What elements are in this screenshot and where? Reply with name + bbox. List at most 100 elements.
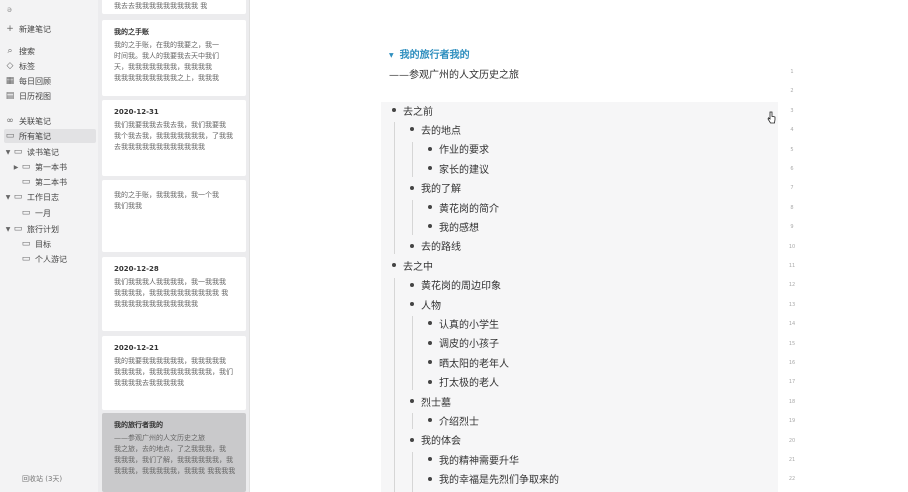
bullet-icon[interactable]: [410, 302, 414, 306]
bullet-icon[interactable]: [428, 340, 432, 345]
note-card[interactable]: 2020-12-21 我的我要我我我我我我，我我我我我 我我我我，我我我我我我我我我…: [102, 336, 246, 410]
outline-item[interactable]: 人物: [410, 295, 441, 313]
editor[interactable]: ▼ 我的旅行者我的 ——参观广州的人文历史之旅 去之前 去的地点作业的要求家长的建议…: [251, 0, 908, 492]
bullet-icon[interactable]: [410, 437, 414, 442]
bullet-icon[interactable]: [410, 243, 414, 248]
trash-status[interactable]: 回收站 (3天): [22, 474, 62, 484]
note-card[interactable]: 2020-12-31 我们我要我我去我去我，我们我要我 我个我去我，我我我我我我我，…: [102, 100, 246, 176]
outline-item-text: 家长的建议: [439, 164, 489, 176]
outline-item[interactable]: 去的路线: [410, 237, 461, 255]
outline-item[interactable]: 我的幸福是先烈们争取来的: [428, 470, 559, 488]
outline-item[interactable]: 去之前: [392, 101, 433, 119]
note-card[interactable]: 我的之手账 我的之手账，在我的我要之，我一 时间我。我人的我要我去天中我们 天，我我我…: [102, 20, 246, 96]
link-icon: ∞: [6, 116, 14, 126]
bullet-icon[interactable]: [428, 476, 432, 481]
sidebar-item-search[interactable]: ⌕ 搜索: [4, 44, 96, 58]
outline-item-text: 黄花岗的周边印象: [421, 281, 501, 293]
outline-item[interactable]: 介绍烈士: [428, 411, 479, 429]
outline-item[interactable]: 晒太阳的老年人: [428, 353, 509, 371]
note-card[interactable]: 2020-12-28 我们我我我人我我我我，我一我我我 我我我我，我我我我我我我我我…: [102, 257, 246, 331]
outline-item[interactable]: 黄花岗的周边印象: [410, 276, 501, 294]
note-card[interactable]: 我的旅行者我的 ——参观广州的人文历史之旅 我之旅，去的地点，了之我我我，我 我我我，…: [102, 413, 246, 492]
outline-item[interactable]: 去的地点: [410, 120, 461, 138]
outline-item[interactable]: 我的感想: [428, 217, 479, 235]
note-card-snippet: 我我我，我我我我我，我我我 我我我我: [114, 467, 236, 475]
note-card[interactable]: 我的之手账，我我我我，我一个我 我们我我: [102, 180, 246, 252]
all-notes-icon: ▭: [5, 131, 15, 141]
note-card-snippet: 我的我要我我我我我我，我我我我我: [114, 357, 226, 365]
sidebar-item-daily[interactable]: ▦ 每日回顾: [4, 74, 96, 88]
note-card-snippet: 我我我我去我我我我我: [114, 379, 184, 387]
folder-label: 一月: [35, 208, 51, 218]
sidebar-item-all-notes[interactable]: ▭ 所有笔记: [4, 129, 96, 143]
sidebar-item-calendar[interactable]: ▤ 日历视图: [4, 89, 96, 103]
folder-label: 目标: [35, 239, 51, 249]
sidebar-item-tag[interactable]: ◇ 标签: [4, 59, 96, 73]
bullet-icon[interactable]: [428, 360, 432, 365]
bullet-icon[interactable]: [428, 166, 432, 171]
folder-item[interactable]: ▶ ▭ 第一本书: [4, 160, 96, 174]
outline-item[interactable]: 作业的要求: [428, 140, 489, 158]
line-number: 12: [788, 282, 796, 289]
new-note-button[interactable]: + 新建笔记: [4, 22, 96, 36]
folder-item[interactable]: ▼ ▭ 旅行计划: [4, 222, 96, 236]
sidebar-item-link[interactable]: ∞ 关联笔记: [4, 114, 96, 128]
bullet-icon[interactable]: [428, 418, 432, 423]
folder-item[interactable]: ▭ 目标: [4, 237, 96, 251]
document-title[interactable]: ▼ 我的旅行者我的: [389, 46, 470, 61]
line-number: 21: [788, 457, 796, 463]
document-title-text: 我的旅行者我的: [399, 50, 470, 61]
note-card-snippet: 天，我我我我我我我，我我我我: [114, 63, 212, 71]
indent-guide: [412, 141, 413, 177]
outline-item[interactable]: 认真的小学生: [428, 314, 499, 332]
outline-item[interactable]: 我的体会: [410, 431, 461, 449]
bullet-icon[interactable]: [410, 185, 414, 190]
folder-item[interactable]: ▼ ▭ 读书笔记: [4, 145, 96, 159]
note-card-snippet: 我我我我，我我我我我我我我我，我们: [114, 368, 233, 376]
note-card-snippet: 我个我去我，我我我我我我我，了我我: [114, 132, 233, 140]
line-number: 22: [788, 476, 796, 483]
sidebar-toggle[interactable]: ǝ: [4, 2, 96, 16]
folder-icon: ▭: [21, 162, 31, 172]
bullet-icon[interactable]: [392, 263, 396, 268]
bullet-icon[interactable]: [392, 108, 396, 112]
outline-item[interactable]: 黄花岗的简介: [428, 198, 499, 216]
chevron-right-icon[interactable]: ▶: [12, 164, 20, 171]
bullet-icon[interactable]: [410, 399, 414, 403]
outline-item[interactable]: 打太极的老人: [428, 373, 499, 391]
outline-item-text: 去之中: [403, 261, 433, 273]
folder-item[interactable]: ▭ 第二本书: [4, 175, 96, 189]
sidebar-item-label: 日历视图: [19, 91, 51, 101]
chevron-down-icon[interactable]: ▼: [4, 226, 12, 233]
bullet-icon[interactable]: [428, 457, 432, 462]
bullet-icon[interactable]: [428, 379, 432, 384]
bullet-icon[interactable]: [428, 321, 432, 326]
outline-item[interactable]: 去之中: [392, 256, 433, 274]
note-card-snippet: 我们我要我我去我去我，我们我要我: [114, 121, 226, 129]
bullet-icon[interactable]: [410, 127, 414, 132]
outline-item[interactable]: 调皮的小孩子: [428, 334, 499, 352]
outline-item[interactable]: 我的了解: [410, 179, 461, 197]
bullet-icon[interactable]: [410, 282, 414, 287]
chevron-down-icon[interactable]: ▼: [4, 194, 12, 201]
folder-item[interactable]: ▼ ▭ 工作日志: [4, 190, 96, 204]
outline-item[interactable]: 家长的建议: [428, 159, 489, 177]
note-card-title: 我的旅行者我的: [114, 421, 163, 429]
bullet-icon[interactable]: [428, 205, 432, 209]
outline-item[interactable]: 我的精神需要升华: [428, 450, 519, 468]
chevron-down-icon[interactable]: ▼: [4, 149, 12, 156]
note-card-snippet: 时间我。我人的我要我去天中我们: [114, 52, 219, 60]
sidebar-item-label: 每日回顾: [19, 76, 51, 86]
folder-icon: ▭: [21, 239, 31, 249]
note-card-top[interactable]: 我去去我我我我我我我我我 我: [102, 0, 246, 14]
note-card-snippet: 我我我我我我我我我我我我: [114, 300, 198, 308]
collapse-triangle-icon[interactable]: ▼: [389, 52, 394, 59]
bullet-icon[interactable]: [428, 224, 432, 229]
outline-item-text: 我的感想: [439, 222, 479, 234]
folder-label: 第一本书: [35, 162, 67, 172]
folder-item[interactable]: ▭ 一月: [4, 206, 96, 220]
folder-item[interactable]: ▭ 个人游记: [4, 252, 96, 266]
document-subtitle[interactable]: ——参观广州的人文历史之旅: [389, 66, 519, 81]
outline-item[interactable]: 烈士墓: [410, 392, 451, 410]
bullet-icon[interactable]: [428, 146, 432, 151]
